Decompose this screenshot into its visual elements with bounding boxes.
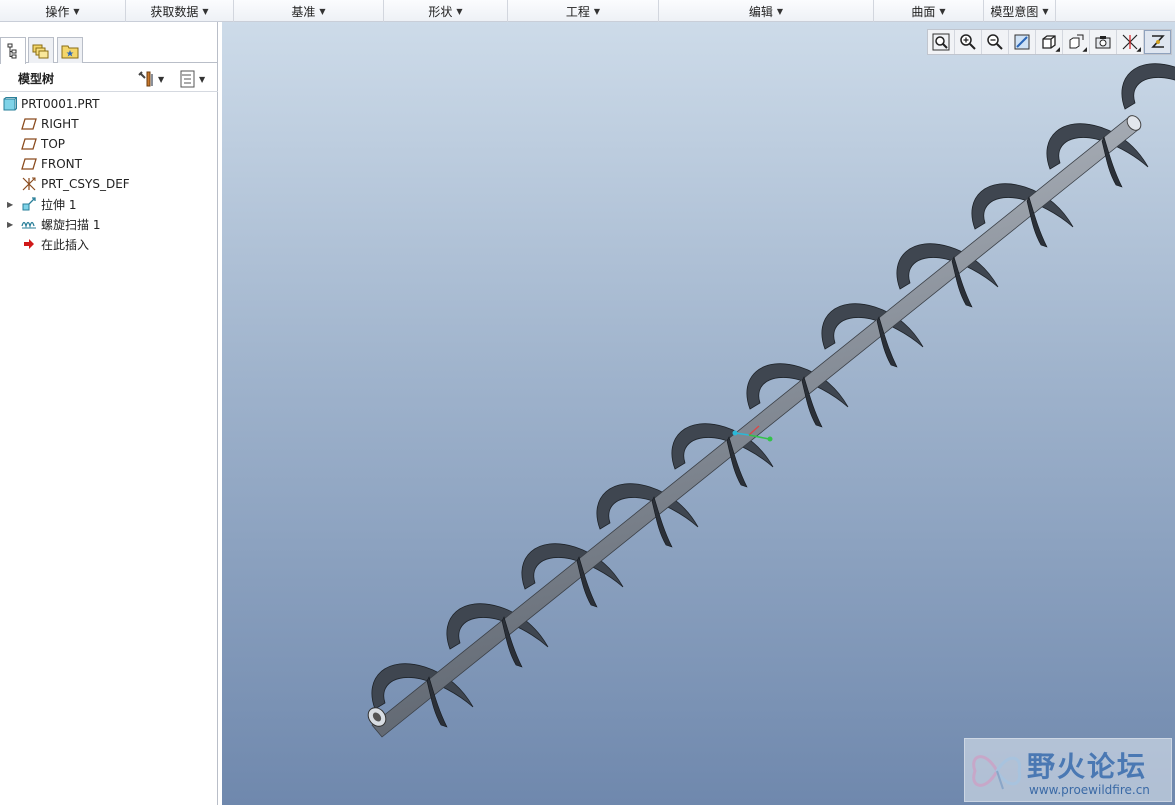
tree-item-label: RIGHT	[41, 117, 79, 131]
saved-views-button[interactable]: ◢	[1063, 30, 1090, 54]
tree-item-label: 拉伸 1	[41, 197, 77, 212]
folder-browser-icon	[32, 44, 49, 58]
butterfly-logo-icon	[972, 755, 1022, 790]
expand-arrow-icon[interactable]: ▶	[7, 220, 15, 229]
helical-sweep-icon	[21, 216, 37, 232]
refit-icon	[932, 33, 950, 51]
navigator-tabs	[0, 35, 218, 64]
refit-button[interactable]	[928, 30, 955, 54]
ribbon-group-label: 操作	[45, 4, 70, 19]
extrude-icon	[21, 196, 37, 212]
tree-item-csys[interactable]: PRT_CSYS_DEF	[0, 174, 218, 194]
ribbon-group-editing[interactable]: 编辑 ▼	[659, 0, 874, 22]
graphics-window[interactable]: ◢ ◢ ◢ 野火论坛 www.proewildfire.cn	[222, 22, 1175, 805]
tree-item-front[interactable]: FRONT	[0, 154, 218, 174]
forum-watermark: 野火论坛 www.proewildfire.cn	[964, 738, 1172, 802]
dropdown-arrow-icon: ◢	[1136, 46, 1141, 53]
repaint-icon	[1014, 34, 1030, 50]
repaint-button[interactable]	[1009, 30, 1036, 54]
dropdown-arrow-icon: ▼	[1042, 6, 1049, 16]
list-icon	[180, 70, 195, 88]
ribbon-group-label: 模型意图	[990, 4, 1039, 19]
model-tree-icon	[7, 43, 17, 59]
ribbon-group-get-data[interactable]: 获取数据 ▼	[126, 0, 234, 22]
zoom-out-icon	[987, 34, 1003, 50]
ribbon-group-label: 工程	[565, 4, 590, 19]
tree-item-extrude[interactable]: ▶ 拉伸 1	[0, 194, 218, 214]
datum-plane-icon	[21, 116, 37, 132]
zoom-in-button[interactable]	[955, 30, 982, 54]
dropdown-arrow-icon: ▼	[158, 74, 165, 84]
dropdown-arrow-icon: ◢	[1055, 46, 1060, 53]
tree-item-right[interactable]: RIGHT	[0, 114, 218, 134]
view-manager-button[interactable]	[1090, 30, 1117, 54]
ribbon-group-bar: 操作 ▼ 获取数据 ▼ 基准 ▼ 形状 ▼ 工程 ▼ 编辑 ▼ 曲面 ▼ 模型意图 ▼	[0, 0, 1175, 22]
ribbon-group-label: 形状	[428, 4, 453, 19]
dropdown-arrow-icon: ◢	[1082, 46, 1087, 53]
spin-center-button[interactable]	[1144, 30, 1171, 54]
dropdown-arrow-icon: ▼	[939, 6, 946, 16]
model-tree-title: 模型树	[18, 72, 55, 86]
dropdown-arrow-icon: ▼	[319, 6, 326, 16]
navigator-panel: 模型树 ▼ ▼ PRT0001.PRT RIGHT TOP FRONT PRT_…	[0, 22, 218, 805]
tree-item-label: TOP	[41, 137, 66, 151]
shaft	[367, 115, 1142, 738]
tree-item-label: PRT0001.PRT	[21, 97, 100, 111]
ribbon-group-label: 编辑	[748, 4, 773, 19]
ribbon-group-shapes[interactable]: 形状 ▼	[384, 0, 508, 22]
zoom-out-button[interactable]	[982, 30, 1009, 54]
tree-item-label: 在此插入	[41, 237, 90, 252]
watermark-url: www.proewildfire.cn	[1029, 783, 1150, 797]
dropdown-arrow-icon: ▼	[776, 6, 784, 16]
dropdown-arrow-icon: ▼	[73, 6, 80, 16]
tools-icon	[138, 71, 153, 87]
tree-item-insert-here[interactable]: 在此插入	[0, 234, 218, 254]
expand-arrow-icon[interactable]: ▶	[7, 200, 15, 209]
insert-here-arrow-icon	[21, 236, 37, 252]
ribbon-group-model-intent[interactable]: 模型意图 ▼	[984, 0, 1056, 22]
tree-item-helical-sweep[interactable]: ▶ 螺旋扫描 1	[0, 214, 218, 234]
flight-blade	[1121, 63, 1175, 110]
ribbon-group-label: 曲面	[911, 4, 936, 19]
zoom-in-icon	[960, 34, 976, 50]
tab-favorites[interactable]	[57, 37, 83, 63]
spin-center-icon	[1150, 35, 1165, 48]
ribbon-group-datum[interactable]: 基准 ▼	[234, 0, 384, 22]
favorites-folder-icon	[61, 45, 79, 58]
screw-conveyor-model[interactable]	[222, 22, 1175, 805]
display-style-button[interactable]: ◢	[1036, 30, 1063, 54]
datum-plane-icon	[21, 156, 37, 172]
part-icon	[2, 96, 18, 112]
tree-item-label: PRT_CSYS_DEF	[41, 177, 130, 191]
tree-item-top[interactable]: TOP	[0, 134, 218, 154]
coordinate-system-icon	[21, 176, 37, 192]
ribbon-group-label: 获取数据	[150, 4, 199, 19]
datum-display-button[interactable]: ◢	[1117, 30, 1144, 54]
tab-folder-browser[interactable]	[28, 37, 54, 63]
datum-plane-icon	[21, 136, 37, 152]
dropdown-arrow-icon: ▼	[202, 6, 209, 16]
ribbon-group-operations[interactable]: 操作 ▼	[0, 0, 126, 22]
view-manager-icon	[1095, 36, 1111, 49]
ribbon-group-surfaces[interactable]: 曲面 ▼	[874, 0, 984, 22]
tree-item-part[interactable]: PRT0001.PRT	[0, 94, 218, 114]
tree-settings-button[interactable]: ▼	[137, 69, 164, 89]
ribbon-group-label: 基准	[291, 4, 316, 19]
model-tree-header: 模型树 ▼ ▼	[0, 66, 218, 92]
ribbon-group-engineering[interactable]: 工程 ▼	[508, 0, 659, 22]
model-tree: PRT0001.PRT RIGHT TOP FRONT PRT_CSYS_DEF	[0, 94, 218, 254]
view-toolbar: ◢ ◢ ◢	[927, 29, 1172, 55]
helical-flights	[371, 63, 1175, 710]
dropdown-arrow-icon: ▼	[199, 74, 206, 84]
tab-model-tree[interactable]	[0, 37, 26, 64]
tree-item-label: FRONT	[41, 157, 82, 171]
dropdown-arrow-icon: ▼	[593, 6, 601, 16]
tree-item-label: 螺旋扫描 1	[41, 217, 101, 232]
watermark-text: 野火论坛	[1027, 750, 1148, 783]
dropdown-arrow-icon: ▼	[456, 6, 463, 16]
tree-show-button[interactable]: ▼	[180, 69, 205, 89]
